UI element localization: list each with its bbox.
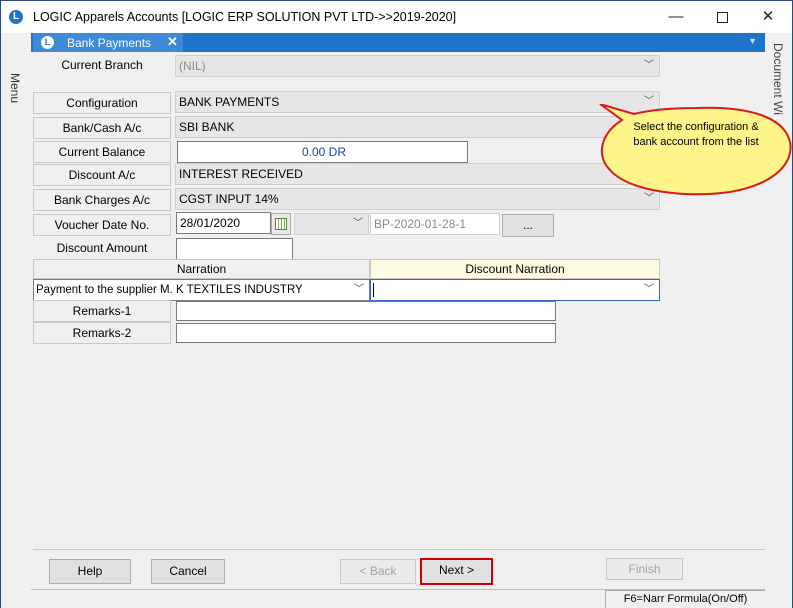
current-branch-select[interactable]: (NIL) ﹀ bbox=[175, 55, 660, 77]
discount-narration-combo[interactable]: ﹀ bbox=[370, 279, 660, 301]
help-callout: Select the configuration & bank account … bbox=[596, 104, 793, 197]
tab-label: Bank Payments bbox=[67, 36, 152, 50]
app-logo-icon: L bbox=[9, 10, 23, 24]
bank-charges-value: CGST INPUT 14% bbox=[179, 192, 279, 206]
current-branch-value: (NIL) bbox=[179, 59, 206, 73]
chevron-down-icon: ﹀ bbox=[354, 284, 364, 295]
bank-cash-value: SBI BANK bbox=[179, 120, 235, 134]
chevron-down-icon: ﹀ bbox=[644, 284, 654, 295]
remarks-1-input[interactable] bbox=[176, 301, 556, 321]
bank-charges-label: Bank Charges A/c bbox=[33, 189, 171, 211]
tab-strip: L Bank Payments ✕ ▼ bbox=[31, 33, 765, 52]
title-bar: L LOGIC Apparels Accounts [LOGIC ERP SOL… bbox=[1, 1, 792, 33]
finish-button[interactable]: Finish bbox=[606, 558, 683, 580]
maximize-icon bbox=[716, 11, 728, 23]
current-branch-label: Current Branch bbox=[33, 55, 171, 77]
bank-cash-select[interactable]: SBI BANK bbox=[175, 116, 660, 138]
button-area-separator bbox=[33, 549, 765, 550]
configuration-label: Configuration bbox=[33, 92, 171, 114]
text-cursor bbox=[373, 283, 374, 297]
configuration-value: BANK PAYMENTS bbox=[179, 95, 280, 109]
bank-charges-select[interactable]: CGST INPUT 14% ﹀ bbox=[175, 188, 660, 210]
narration-value: Payment to the supplier M. K TEXTILES IN… bbox=[36, 284, 303, 296]
discount-ac-select[interactable]: INTEREST RECEIVED bbox=[175, 163, 660, 185]
narration-combo[interactable]: Payment to the supplier M. K TEXTILES IN… bbox=[33, 279, 370, 301]
menu-label: Menu bbox=[8, 73, 22, 104]
voucher-number-field: BP-2020-01-28-1 bbox=[370, 213, 500, 235]
menu-side-panel[interactable]: Menu bbox=[1, 33, 31, 608]
calendar-icon bbox=[275, 218, 287, 230]
discount-ac-label: Discount A/c bbox=[33, 164, 171, 186]
tab-bank-payments[interactable]: L Bank Payments ✕ bbox=[33, 33, 183, 52]
voucher-browse-button[interactable]: ... bbox=[502, 214, 554, 237]
remarks-1-label: Remarks-1 bbox=[33, 300, 171, 322]
minimize-button[interactable]: — bbox=[653, 1, 699, 33]
tab-list-chevron-icon[interactable]: ▼ bbox=[748, 36, 757, 46]
status-hint: F6=Narr Formula(On/Off) bbox=[605, 590, 765, 608]
cancel-button[interactable]: Cancel bbox=[151, 559, 225, 584]
callout-bubble-shape bbox=[599, 104, 792, 196]
current-balance-label: Current Balance bbox=[33, 141, 171, 163]
maximize-button[interactable] bbox=[699, 1, 745, 33]
close-window-button[interactable]: ✕ bbox=[745, 1, 791, 33]
voucher-date-label: Voucher Date No. bbox=[33, 214, 171, 236]
calendar-button[interactable] bbox=[271, 213, 291, 235]
configuration-select[interactable]: BANK PAYMENTS ﹀ bbox=[175, 91, 660, 113]
discount-narration-header: Discount Narration bbox=[370, 259, 660, 279]
remarks-2-input[interactable] bbox=[176, 323, 556, 343]
remarks-2-label: Remarks-2 bbox=[33, 322, 171, 344]
chevron-down-icon: ﹀ bbox=[353, 218, 363, 229]
callout-text: Select the configuration & bank account … bbox=[633, 121, 759, 148]
discount-ac-value: INTEREST RECEIVED bbox=[179, 167, 303, 181]
narration-header: Narration bbox=[33, 259, 370, 279]
tab-logo-icon: L bbox=[41, 36, 54, 49]
discount-amount-input[interactable] bbox=[176, 238, 293, 260]
chevron-down-icon: ﹀ bbox=[644, 60, 654, 71]
discount-amount-label: Discount Amount bbox=[33, 238, 171, 260]
next-button[interactable]: Next > bbox=[420, 558, 493, 585]
tab-close-icon[interactable]: ✕ bbox=[167, 34, 178, 50]
application-window: L LOGIC Apparels Accounts [LOGIC ERP SOL… bbox=[0, 0, 793, 608]
voucher-series-select[interactable]: ﹀ bbox=[294, 213, 369, 235]
current-balance-field: 0.00 DR bbox=[177, 141, 468, 163]
back-button[interactable]: < Back bbox=[340, 559, 416, 584]
voucher-date-input[interactable]: 28/01/2020 bbox=[176, 212, 271, 234]
bank-cash-label: Bank/Cash A/c bbox=[33, 117, 171, 139]
window-title: LOGIC Apparels Accounts [LOGIC ERP SOLUT… bbox=[33, 10, 457, 24]
help-button[interactable]: Help bbox=[49, 559, 131, 584]
